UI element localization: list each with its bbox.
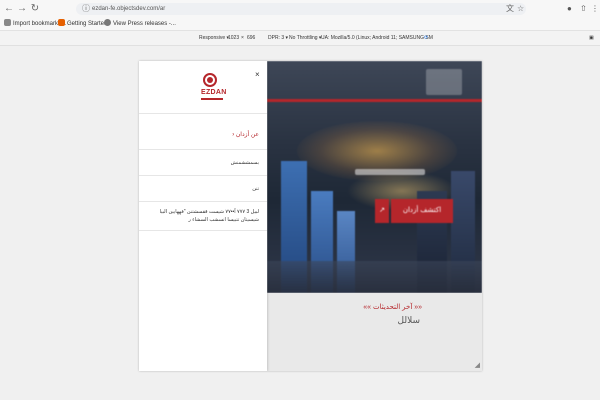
menu-back-label: عن أزدان <box>235 132 259 138</box>
reload-icon[interactable]: ↻ <box>30 3 40 15</box>
rotate-icon[interactable]: ⟳ <box>424 33 428 43</box>
height-input[interactable]: 696 <box>247 33 255 43</box>
logo-wordmark: EZDAN <box>201 89 227 96</box>
bookmark-press-releases[interactable]: View Press releases -... <box>104 19 176 29</box>
menu-icon[interactable]: ⋮ <box>591 3 599 15</box>
divider <box>139 149 267 150</box>
arrow-icon[interactable]: ↗ <box>375 199 389 223</box>
hero-banner: اكتشف أزدان ↗ <box>267 61 482 293</box>
site-info-icon[interactable]: ⓘ <box>82 3 90 15</box>
profile-icon[interactable]: ● <box>567 3 572 15</box>
device-frame: اكتشف أزدان ↗ «« آخر التحديثات »» سلالل … <box>139 61 482 371</box>
menu-item[interactable]: بسمششمنش <box>147 159 259 167</box>
logo-mark-core <box>207 77 213 83</box>
dimension-separator: × <box>241 35 244 41</box>
news-subtitle: سلالل <box>397 315 420 325</box>
dock-icon[interactable]: ▣ <box>589 33 594 43</box>
menu-item[interactable]: لبيل 3 ٧٧٧ آ••٧٧ شيست ققسشتنن "فههايين ا… <box>147 208 259 216</box>
divider <box>139 113 267 114</box>
extensions-icon[interactable]: ⇧ <box>580 3 587 15</box>
ezdan-logo[interactable]: EZDAN <box>201 73 257 103</box>
side-menu: × EZDAN عن أزدان ‹ بسمششمنش تنن لبيل 3 ٧… <box>139 61 267 371</box>
bookmark-import[interactable]: Import bookmarks... <box>4 19 66 29</box>
width-input[interactable]: 1023 <box>228 33 239 43</box>
menu-back-link[interactable]: عن أزدان ‹ <box>147 130 259 140</box>
dpr-select[interactable]: DPR: 3 ▾ <box>268 33 288 43</box>
bookmark-getting-started[interactable]: Getting Started <box>58 19 107 29</box>
divider <box>139 230 267 231</box>
menu-item[interactable]: تنن <box>147 185 259 193</box>
address-bar[interactable]: ⓘ ezdan-fe.objectsdev.com/ar 文 ☆ <box>76 3 526 15</box>
translate-icon[interactable]: 文 <box>506 3 514 15</box>
discover-button[interactable]: اكتشف أزدان <box>391 199 453 223</box>
news-section: «« آخر التحديثات »» سلالل ◢ <box>267 293 482 371</box>
divider <box>139 201 267 202</box>
header-accent-line <box>267 99 482 102</box>
ground-area <box>267 261 482 293</box>
device-select[interactable]: Responsive ▾ <box>199 33 229 43</box>
user-agent-select[interactable]: UA: Mozilla/5.0 (Linux; Android 11; SAMS… <box>321 33 433 43</box>
bookmarks-bar: Import bookmarks... Getting Started View… <box>0 18 600 31</box>
firefox-icon <box>58 19 65 26</box>
resize-handle-icon[interactable]: ◢ <box>475 361 480 369</box>
bookmark-label: Getting Started <box>67 21 108 27</box>
throttle-select[interactable]: No Throttling ▾ <box>289 33 321 43</box>
menu-item[interactable]: شيسيتان تتبيسا انسشب السشاء ر <box>147 216 259 224</box>
back-icon[interactable]: ← <box>4 3 14 15</box>
hero-title <box>355 169 425 175</box>
device-toolbar: Responsive ▾ 1023 × 696 DPR: 3 ▾ No Thro… <box>0 31 600 46</box>
bookmark-label: View Press releases -... <box>113 21 176 27</box>
chevron-left-icon: ‹ <box>232 132 235 138</box>
news-title: «« آخر التحديثات »» <box>363 304 422 311</box>
browser-toolbar: ← → ↻ ⓘ ezdan-fe.objectsdev.com/ar 文 ☆ ●… <box>0 0 600 18</box>
forward-icon[interactable]: → <box>17 3 27 15</box>
import-icon <box>4 19 11 26</box>
divider <box>139 175 267 176</box>
logo-underline <box>201 98 223 100</box>
url-text: ezdan-fe.objectsdev.com/ar <box>92 6 166 12</box>
bookmark-star-icon[interactable]: ☆ <box>517 3 524 15</box>
header-logo[interactable] <box>426 69 462 95</box>
globe-icon <box>104 19 111 26</box>
